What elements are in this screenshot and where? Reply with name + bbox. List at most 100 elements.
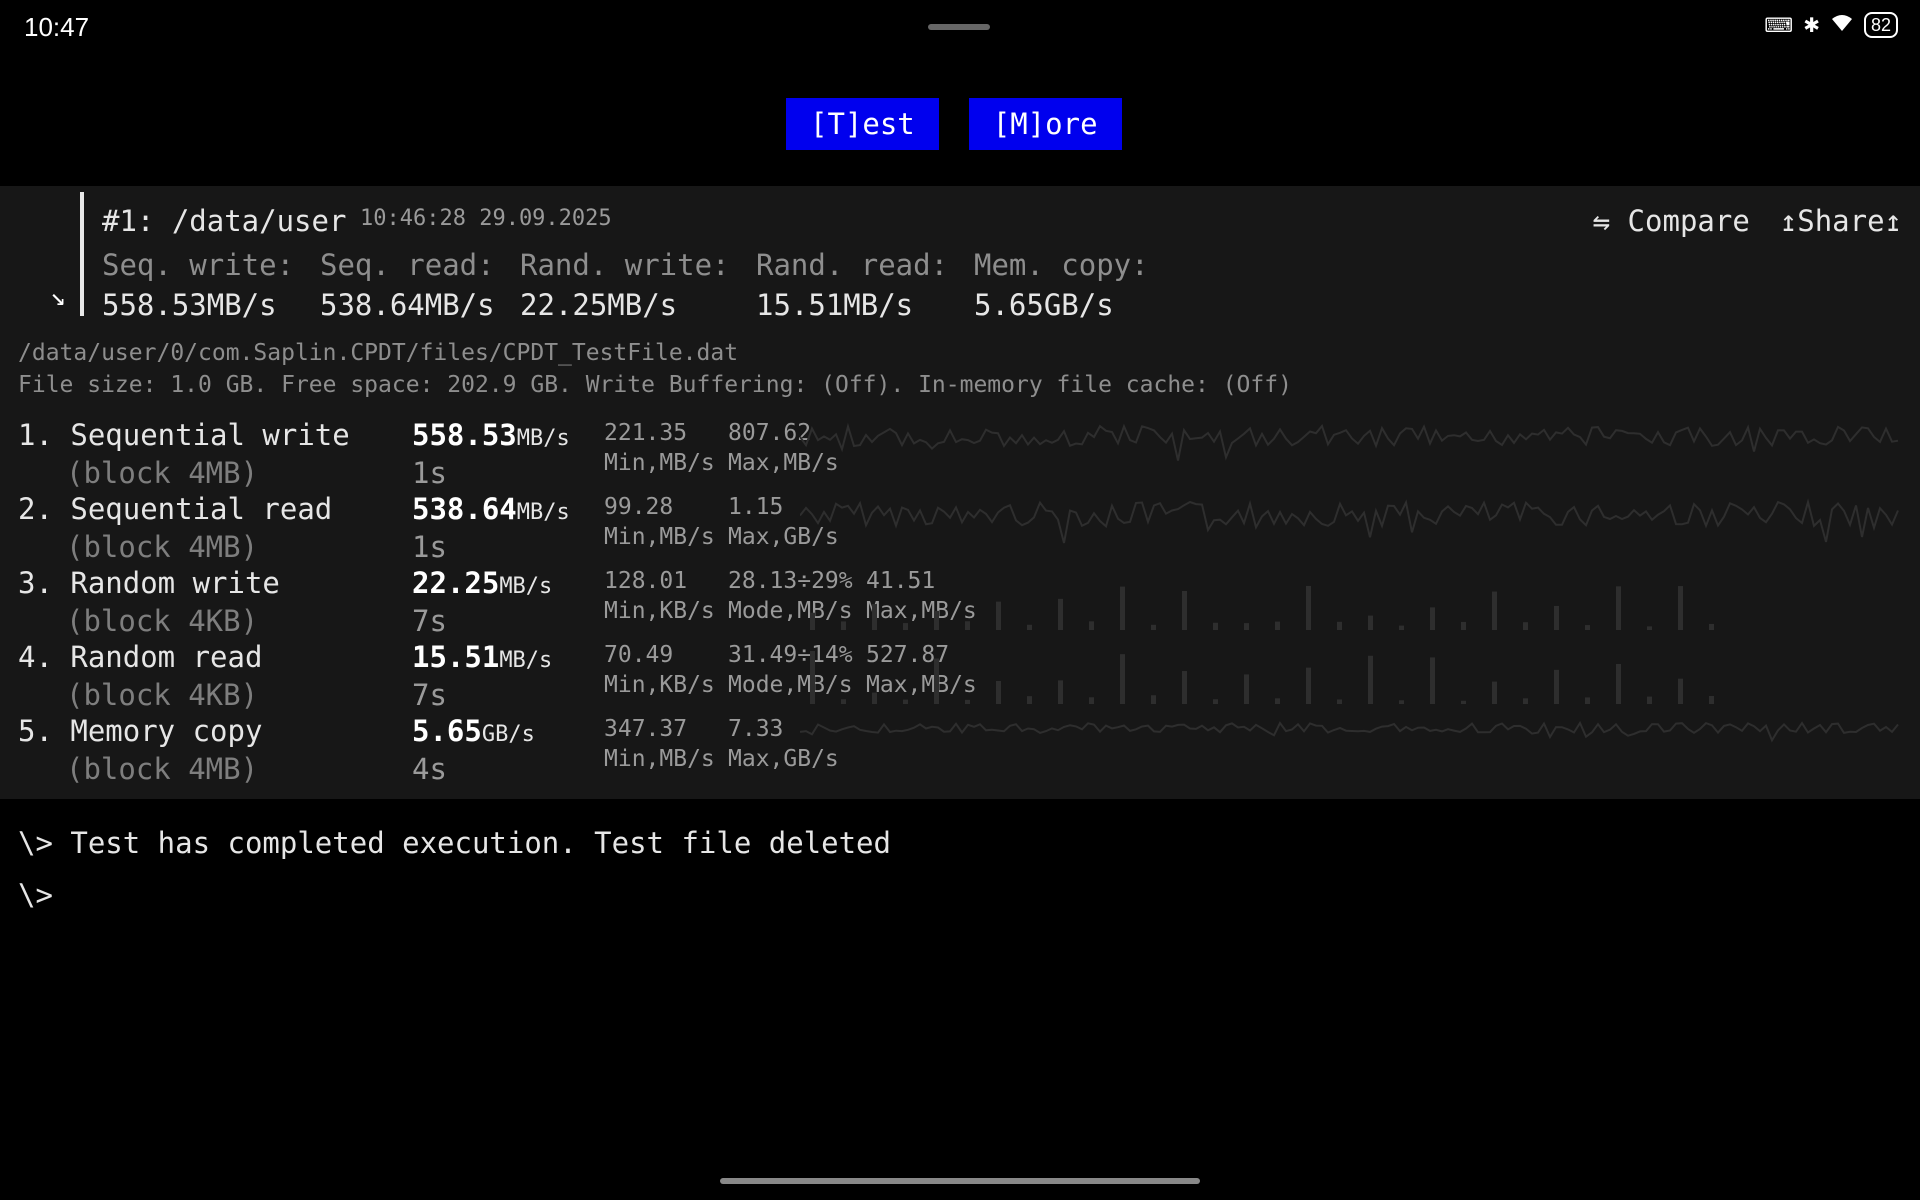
- stat-value: 221.35: [604, 420, 688, 446]
- graph-bar: [1182, 591, 1187, 630]
- test-score: 5.65GB/s: [412, 714, 535, 748]
- test-score-unit: MB/s: [499, 574, 553, 599]
- status-bar: 10:47 ⌨ ✱ 82: [0, 0, 1920, 56]
- test-name: 2. Sequential read: [18, 492, 333, 526]
- graph-bar: [1089, 697, 1094, 704]
- graph-bar: [1151, 624, 1156, 630]
- summary-labels: Seq. write: Seq. read: Rand. write: Rand…: [102, 248, 1149, 282]
- result-actions: ⇋ Compare ↥Share↥: [1593, 204, 1902, 238]
- graph-bar: [1306, 667, 1311, 704]
- graph-bar: [1089, 621, 1094, 630]
- graph-bar: [810, 650, 815, 704]
- graph-bar: [1368, 615, 1373, 630]
- test-file-details: File size: 1.0 GB. Free space: 202.9 GB.…: [18, 372, 1292, 398]
- test-duration: 4s: [412, 752, 447, 786]
- stat-value: 128.01: [604, 568, 688, 594]
- graph-bar: [934, 610, 939, 630]
- wifi-icon: [1830, 13, 1854, 38]
- battery-icon: 82: [1863, 12, 1898, 38]
- graph-bar: [1616, 663, 1621, 704]
- test-name: 3. Random write: [18, 566, 280, 600]
- graph-bar: [1182, 671, 1187, 704]
- test-score: 558.53MB/s: [412, 418, 570, 452]
- graph-bar: [1306, 585, 1311, 630]
- share-button[interactable]: ↥Share↥: [1780, 204, 1902, 238]
- stat-label: Min,MB/s: [604, 746, 715, 772]
- graph-bar: [1647, 696, 1652, 704]
- graph-bar: [1337, 699, 1342, 704]
- test-block-size: (block 4MB): [66, 456, 259, 490]
- graph-bar: [1554, 605, 1559, 630]
- summary-label: Rand. write:: [520, 248, 730, 282]
- throughput-graph: [800, 498, 1899, 544]
- test-score-unit: MB/s: [516, 426, 570, 451]
- summary-label: Mem. copy:: [974, 248, 1149, 282]
- graph-bar: [1058, 680, 1063, 704]
- graph-bar: [1709, 695, 1714, 704]
- test-score-value: 558.53: [412, 418, 517, 452]
- graph-bar: [1461, 700, 1466, 704]
- graph-bar: [1337, 621, 1342, 630]
- graph-bar: [1461, 621, 1466, 630]
- test-block-size: (block 4MB): [66, 530, 259, 564]
- graph-bar: [872, 692, 877, 704]
- test-duration: 1s: [412, 456, 447, 490]
- test-score-value: 15.51: [412, 640, 500, 674]
- more-button[interactable]: [M]ore: [968, 98, 1122, 150]
- summary-values: 558.53MB/s 538.64MB/s 22.25MB/s 15.51MB/…: [102, 288, 1114, 322]
- graph-bar: [1492, 681, 1497, 704]
- test-score-value: 5.65: [412, 714, 482, 748]
- summary-label: Seq. read:: [320, 248, 495, 282]
- graph-line: [800, 720, 1899, 743]
- graph-bar: [1027, 696, 1032, 704]
- graph-bar: [903, 623, 908, 630]
- graph-bar: [1120, 586, 1125, 630]
- test-name: 4. Random read: [18, 640, 263, 674]
- graph-bar: [934, 658, 939, 704]
- test-score-unit: MB/s: [516, 500, 570, 525]
- bluetooth-icon: ✱: [1803, 13, 1820, 37]
- test-duration: 7s: [412, 678, 447, 712]
- graph-bar: [1151, 695, 1156, 704]
- test-file-path: /data/user/0/com.Saplin.CPDT/files/CPDT_…: [18, 340, 739, 366]
- summary-value: 5.65GB/s: [974, 288, 1114, 322]
- test-stat: 70.49 Min,KB/s: [604, 642, 715, 698]
- throughput-graph: [800, 422, 1899, 461]
- test-score: 538.64MB/s: [412, 492, 570, 526]
- summary-value: 15.51MB/s: [756, 288, 914, 322]
- status-time: 10:47: [24, 12, 90, 42]
- graph-bar: [1709, 623, 1714, 630]
- expand-arrow-icon[interactable]: ↘: [50, 282, 66, 312]
- graph-bar: [1616, 586, 1621, 630]
- throughput-graph: [810, 585, 1714, 630]
- stat-label: Min,KB/s: [604, 672, 715, 698]
- graph-bar: [1585, 697, 1590, 704]
- keyboard-icon: ⌨: [1764, 13, 1794, 37]
- top-toolbar: [T]est [M]ore: [786, 98, 1122, 150]
- test-stat: 347.37 Min,MB/s: [604, 716, 715, 772]
- test-stat: 221.35 Min,MB/s: [604, 420, 715, 476]
- test-duration: 7s: [412, 604, 447, 638]
- stat-label: Min,MB/s: [604, 524, 715, 550]
- test-duration: 1s: [412, 530, 447, 564]
- status-icons: ⌨ ✱ 82: [1764, 12, 1898, 38]
- test-score-value: 22.25: [412, 566, 500, 600]
- compare-button[interactable]: ⇋ Compare: [1593, 204, 1750, 238]
- summary-label: Seq. write:: [102, 248, 295, 282]
- graph-bar: [1244, 623, 1249, 630]
- graph-bar: [1275, 698, 1280, 704]
- graph-bar: [1058, 598, 1063, 630]
- home-indicator[interactable]: [720, 1178, 1200, 1184]
- throughput-graph: [810, 650, 1714, 704]
- summary-label: Rand. read:: [756, 248, 949, 282]
- graph-bar: [1368, 655, 1373, 704]
- console-prompt[interactable]: \>: [18, 878, 891, 930]
- graph-bar: [1213, 699, 1218, 704]
- drag-handle[interactable]: [928, 24, 990, 30]
- graph-bar: [1492, 591, 1497, 630]
- graph-bar: [1585, 625, 1590, 630]
- test-button[interactable]: [T]est: [786, 98, 939, 150]
- graph-bar: [1244, 674, 1249, 704]
- test-row: 5. Memory copy (block 4MB) 5.65GB/s 4s 3…: [0, 714, 1920, 788]
- throughput-graph: [800, 720, 1899, 743]
